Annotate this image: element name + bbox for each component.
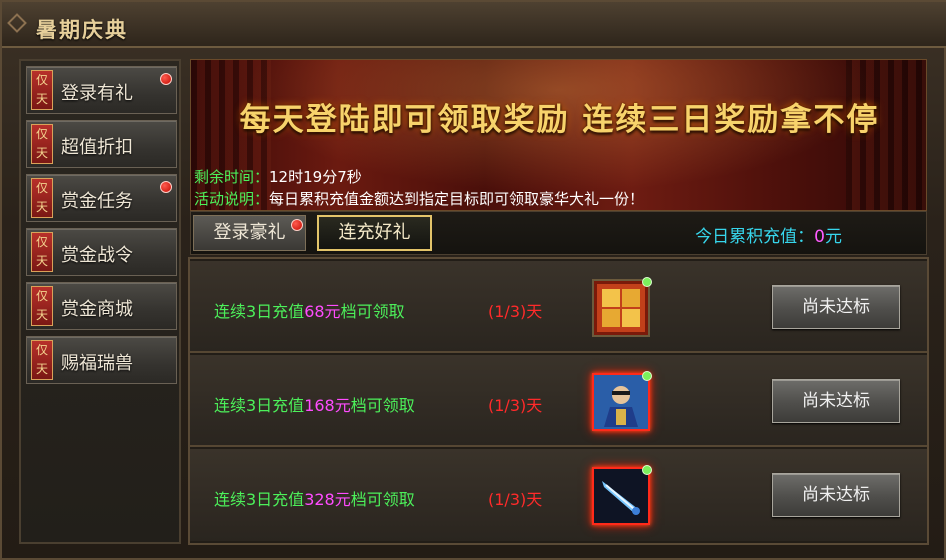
not-reached-button[interactable]: 尚未达标 [772,285,900,329]
sidebar-item-login-gift[interactable]: 仅天 登录有礼 [26,66,177,114]
notification-dot-icon [291,219,303,231]
only-day-tag: 仅天 [31,286,53,326]
tab-recharge-gift[interactable]: 连充好礼 [317,215,432,251]
remaining-time-label: 剩余时间： [194,168,270,186]
event-description: 活动说明：每日累积充值金额达到指定目标即可领取豪华大礼一份！ [194,188,644,209]
event-banner: 每天登陆即可领取奖励 连续三日奖励拿不停 剩余时间：12时19分7秒 活动说明：… [190,59,927,211]
condition-prefix: 连续3日充值 [214,396,305,415]
only-day-tag: 仅天 [31,178,53,218]
sidebar-item-discount[interactable]: 仅天 超值折扣 [26,120,177,168]
sidebar-item-label: 赏金商城 [61,299,133,320]
sidebar-item-label: 登录有礼 [61,83,133,104]
available-dot-icon [642,277,652,287]
sidebar-item-bounty-shop[interactable]: 仅天 赏金商城 [26,282,177,330]
summer-carnival-icon[interactable] [592,277,652,337]
phantom-character-icon[interactable] [592,371,652,431]
reward-condition: 连续3日充值328元档可领取 [214,486,415,510]
only-day-tag: 仅天 [31,340,53,380]
condition-amount: 328元 [304,490,351,509]
notification-dot-icon [160,73,172,85]
list-item: 连续3日充值168元档可领取 (1/3)天 尚未达标 [190,355,927,447]
remaining-time-value: 12时19分7秒 [269,168,362,186]
event-description-label: 活动说明： [194,190,270,208]
condition-prefix: 连续3日充值 [214,490,305,509]
sidebar-item-bounty-task[interactable]: 仅天 赏金任务 [26,174,177,222]
today-recharge: 今日累积充值：0元 [695,222,842,247]
sidebar-item-label: 赏金任务 [61,191,133,212]
not-reached-button[interactable]: 尚未达标 [772,379,900,423]
remaining-time: 剩余时间：12时19分7秒 [194,166,362,187]
today-recharge-amount: 0 [814,227,825,247]
only-day-tag: 仅天 [31,124,53,164]
sidebar: 仅天 登录有礼 仅天 超值折扣 仅天 赏金任务 仅天 赏金战令 仅天 赏金商城 … [19,59,181,544]
progress-text: (1/3)天 [488,396,543,415]
condition-suffix: 档可领取 [350,396,415,415]
tab-bar: 登录豪礼 连充好礼 今日累积充值：0元 [190,211,927,255]
list-item: 连续3日充值328元档可领取 (1/3)天 尚未达标 [190,449,927,541]
window-title: 暑期庆典 [36,17,128,42]
today-recharge-label: 今日累积充值： [695,227,815,247]
not-reached-button[interactable]: 尚未达标 [772,473,900,517]
condition-prefix: 连续3日充值 [214,302,305,321]
tab-label: 登录豪礼 [213,222,286,243]
reward-condition: 连续3日充值68元档可领取 [214,298,405,322]
condition-amount: 68元 [304,302,341,321]
condition-amount: 168元 [304,396,351,415]
banner-slogan: 每天登陆即可领取奖励 连续三日奖励拿不停 [239,102,880,138]
available-dot-icon [642,465,652,475]
title-bar: 暑期庆典 [2,2,946,48]
sidebar-item-bounty-pass[interactable]: 仅天 赏金战令 [26,228,177,276]
sidebar-item-label: 超值折扣 [61,137,133,158]
reward-condition: 连续3日充值168元档可领取 [214,392,415,416]
condition-suffix: 档可领取 [340,302,405,321]
ornament-icon [7,13,27,33]
reward-list: 连续3日充值68元档可领取 (1/3)天 尚未达标 连续3日充值168元档可领取 [188,257,929,545]
only-day-tag: 仅天 [31,70,53,110]
phantom-blade-icon[interactable] [592,465,652,525]
sidebar-item-label: 赐福瑞兽 [61,353,133,374]
progress-text: (1/3)天 [488,302,543,321]
event-description-text: 每日累积充值金额达到指定目标即可领取豪华大礼一份！ [269,190,645,208]
sidebar-item-blessing-beast[interactable]: 仅天 赐福瑞兽 [26,336,177,384]
tab-login-gift[interactable]: 登录豪礼 [193,215,306,251]
only-day-tag: 仅天 [31,232,53,272]
progress-text: (1/3)天 [488,490,543,509]
sidebar-item-label: 赏金战令 [61,245,133,266]
condition-suffix: 档可领取 [350,490,415,509]
notification-dot-icon [160,181,172,193]
event-window: 暑期庆典 仅天 登录有礼 仅天 超值折扣 仅天 赏金任务 仅天 赏金战令 仅天 … [0,0,946,560]
tab-label: 连充好礼 [338,222,411,243]
list-item: 连续3日充值68元档可领取 (1/3)天 尚未达标 [190,261,927,353]
today-recharge-unit: 元 [825,227,842,247]
available-dot-icon [642,371,652,381]
